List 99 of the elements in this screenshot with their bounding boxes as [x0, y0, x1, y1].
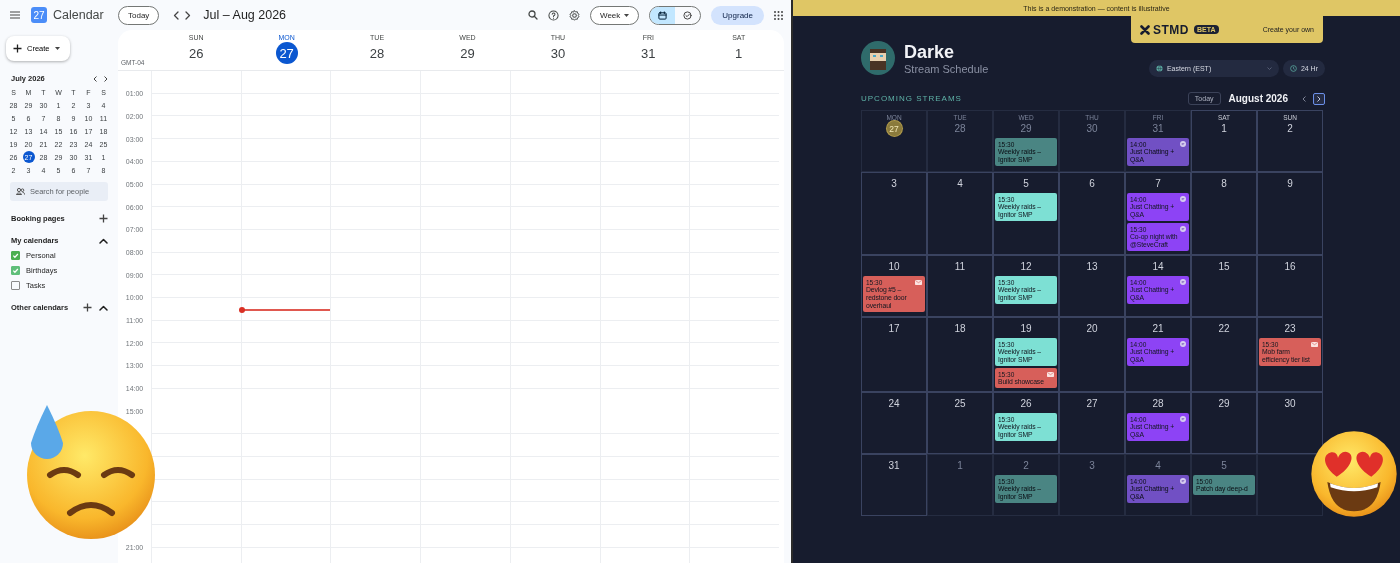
day-number: 7 [1154, 177, 1162, 191]
search-icon[interactable] [528, 10, 538, 20]
chat-bubble-icon [1180, 226, 1186, 232]
day-number: 27 [1085, 397, 1099, 411]
brand-name: STMD [1153, 22, 1189, 37]
help-icon[interactable] [548, 9, 559, 21]
day-number: 2 [1286, 122, 1294, 136]
date-range-title: Jul – Aug 2026 [203, 8, 287, 22]
calendar-icon [658, 10, 668, 20]
day-number: 12 [1019, 260, 1033, 274]
chat-bubble-icon [1180, 478, 1186, 484]
calendar-checkbox[interactable] [11, 251, 20, 260]
day-number: 20 [1085, 322, 1099, 336]
next-month-button[interactable] [1313, 92, 1325, 105]
day-number: 2 [1022, 459, 1030, 473]
day-number: 5 [1022, 177, 1030, 191]
globe-icon [1155, 65, 1163, 72]
day-number: 11 [953, 260, 967, 274]
check-circle-icon [683, 10, 693, 20]
calendar-checkbox[interactable] [11, 281, 20, 290]
day-number: 16 [1283, 260, 1297, 274]
chevron-down-icon [1266, 67, 1272, 70]
chat-bubble-icon [1180, 416, 1186, 422]
plus-icon[interactable] [99, 214, 108, 223]
next-icon[interactable] [185, 10, 192, 20]
day-number: 3 [890, 177, 898, 191]
chevron-left-icon [1302, 95, 1306, 102]
envelope-icon [1047, 371, 1054, 377]
date-number[interactable]: 26 [185, 42, 208, 64]
day-number: 4 [956, 177, 964, 191]
dropdown-caret-icon [624, 13, 630, 17]
date-number[interactable]: 28 [366, 42, 389, 64]
collapse-caret-icon[interactable] [99, 237, 108, 244]
day-number: 1 [956, 459, 964, 473]
app-title: Calendar [53, 8, 104, 22]
cross-logo-icon [1140, 24, 1150, 35]
day-number: 3 [1088, 459, 1096, 473]
chevron-right-icon [1317, 95, 1321, 102]
avatar [861, 41, 895, 75]
day-number: 18 [953, 322, 967, 336]
day-number: 31 [887, 459, 901, 473]
day-number: 26 [1019, 397, 1033, 411]
calendar-checkbox[interactable] [11, 266, 20, 275]
clock-icon [1289, 65, 1297, 72]
day-number: 29 [1019, 122, 1033, 136]
day-number: 31 [1151, 122, 1165, 136]
previous-month-icon[interactable] [93, 75, 97, 82]
day-number: 30 [1283, 397, 1297, 411]
day-number: 25 [953, 397, 967, 411]
chat-bubble-icon [1180, 196, 1186, 202]
plus-icon [13, 44, 22, 53]
day-number: 13 [1085, 260, 1099, 274]
upgrade-button[interactable]: Upgrade [711, 5, 764, 25]
day-number: 24 [887, 397, 901, 411]
section-heading: UPCOMING STREAMS [861, 94, 962, 103]
dropdown-caret-icon [54, 47, 60, 50]
settings-icon[interactable] [569, 9, 580, 21]
date-number[interactable]: 29 [456, 42, 479, 64]
app-logo: 27 [31, 7, 47, 23]
day-number: 30 [1085, 122, 1099, 136]
day-number: 23 [1283, 322, 1297, 336]
streamer-name: Darke [904, 41, 956, 63]
date-number[interactable]: 30 [546, 42, 569, 64]
envelope-icon [915, 279, 922, 285]
day-number: 9 [1286, 177, 1294, 191]
day-number: 14 [1151, 260, 1165, 274]
date-number[interactable]: 27 [275, 42, 298, 64]
day-number: 17 [887, 322, 901, 336]
day-number: 8 [1220, 177, 1228, 191]
chat-bubble-icon [1180, 141, 1186, 147]
next-month-icon[interactable] [104, 75, 108, 82]
collapse-caret-icon[interactable] [99, 304, 108, 311]
day-number: 6 [1088, 177, 1096, 191]
view-dropdown[interactable]: Week [590, 5, 640, 25]
day-number: 28 [1151, 397, 1165, 411]
envelope-icon [1311, 341, 1318, 347]
day-number: 1 [1220, 122, 1228, 136]
day-number: 19 [1019, 322, 1033, 336]
apps-grid-icon[interactable] [774, 10, 783, 20]
day-number: 27 [886, 121, 902, 136]
chat-bubble-icon [1180, 341, 1186, 347]
day-number: 21 [1151, 322, 1165, 336]
day-number: 22 [1217, 322, 1231, 336]
today-button[interactable]: Today [118, 5, 160, 25]
month-title: August 2026 [1228, 93, 1288, 104]
plus-icon[interactable] [83, 303, 92, 312]
people-icon [16, 188, 25, 195]
day-number: 5 [1220, 459, 1228, 473]
day-number: 28 [953, 122, 967, 136]
date-number[interactable]: 31 [637, 42, 660, 64]
day-number: 29 [1217, 397, 1231, 411]
day-number: 10 [887, 260, 901, 274]
page-subtitle: Stream Schedule [904, 62, 989, 75]
date-number[interactable]: 1 [727, 42, 750, 64]
day-number: 4 [1154, 459, 1162, 473]
previous-icon[interactable] [173, 10, 180, 20]
view-toggle[interactable] [650, 6, 676, 24]
chat-bubble-icon [1180, 279, 1186, 285]
day-number: 15 [1217, 260, 1231, 274]
